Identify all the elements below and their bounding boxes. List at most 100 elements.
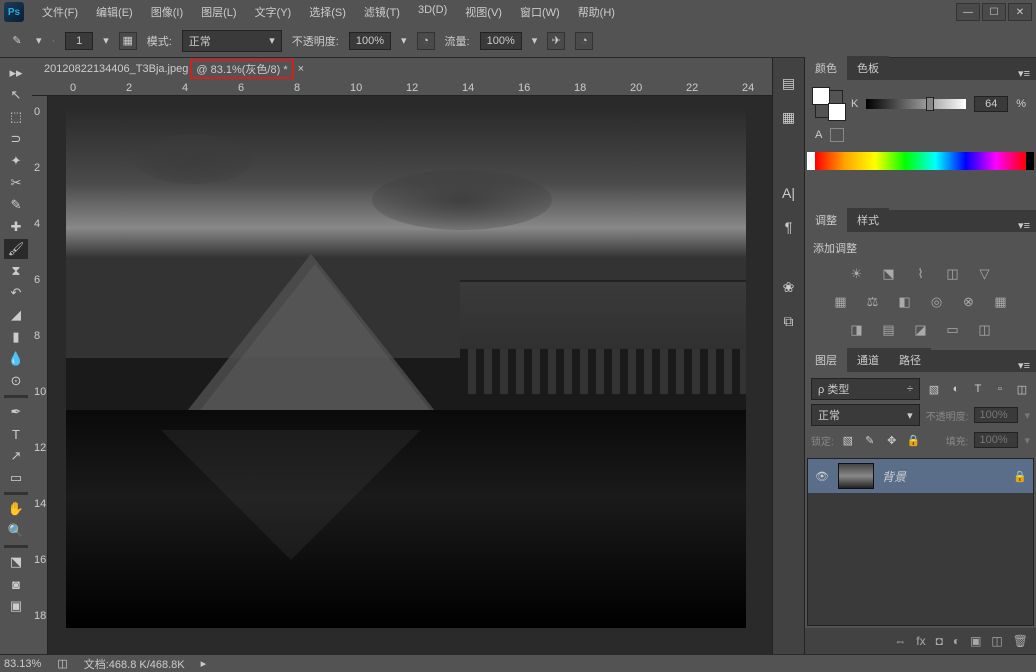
posterize-icon[interactable]: ▤ — [879, 320, 899, 340]
airbrush-button[interactable]: ✈ — [547, 32, 565, 50]
photo-filter-icon[interactable]: ◎ — [927, 292, 947, 312]
menu-select[interactable]: 选择(S) — [301, 2, 354, 22]
tool-preset-icon[interactable]: ✎ — [8, 32, 26, 50]
actions-panel-icon[interactable]: ▦ — [778, 106, 800, 128]
canvas[interactable] — [66, 108, 746, 628]
gradient-tool[interactable]: ▮ — [4, 327, 28, 347]
blur-tool[interactable]: 💧 — [4, 349, 28, 369]
menu-view[interactable]: 视图(V) — [457, 2, 510, 22]
brightness-icon[interactable]: ☀ — [847, 264, 867, 284]
maximize-button[interactable]: ☐ — [982, 3, 1006, 21]
chevron-down-icon[interactable]: ▾ — [36, 34, 42, 47]
type-tool[interactable]: T — [4, 424, 28, 444]
menu-layer[interactable]: 图层(L) — [193, 2, 244, 22]
filter-pixel-icon[interactable]: ▧ — [926, 381, 942, 397]
tab-adjustments[interactable]: 调整 — [805, 208, 847, 232]
colorbalance-icon[interactable]: ⚖ — [863, 292, 883, 312]
clone-source-icon[interactable]: ⧉ — [778, 310, 800, 332]
crop-tool[interactable]: ✂ — [4, 173, 28, 193]
eyedropper-tool[interactable]: ✎ — [4, 195, 28, 215]
lock-all-icon[interactable]: 🔒 — [906, 432, 922, 448]
brush-size-field[interactable]: 1 — [65, 32, 93, 50]
panel-menu-icon[interactable]: ▾≡ — [1012, 359, 1036, 372]
status-icon[interactable]: ◫ — [57, 657, 67, 670]
curves-icon[interactable]: ⌇ — [911, 264, 931, 284]
filter-smart-icon[interactable]: ◫ — [1014, 381, 1030, 397]
pen-tool[interactable]: ✒ — [4, 402, 28, 422]
character-panel-icon[interactable]: A| — [778, 182, 800, 204]
eraser-tool[interactable]: ◢ — [4, 305, 28, 325]
lasso-tool[interactable]: ⊃ — [4, 129, 28, 149]
filter-kind-select[interactable]: ρ 类型÷ — [811, 378, 920, 400]
filter-type-icon[interactable]: T — [970, 381, 986, 397]
channel-mixer-icon[interactable]: ⊗ — [959, 292, 979, 312]
layer-blend-select[interactable]: 正常▾ — [811, 404, 920, 426]
document-tab[interactable]: 20120822134406_T3Bja.jpeg @ 83.1%(灰色/8) … — [32, 58, 772, 80]
move-tool[interactable]: ↖ — [4, 85, 28, 105]
a-swatch[interactable] — [830, 128, 844, 142]
tablet-opacity-button[interactable]: ◔ — [417, 32, 435, 50]
history-brush-tool[interactable]: ↶ — [4, 283, 28, 303]
history-panel-icon[interactable]: ▤ — [778, 72, 800, 94]
path-tool[interactable]: ↗ — [4, 446, 28, 466]
visibility-icon[interactable]: 👁 — [814, 470, 830, 483]
new-layer-icon[interactable]: ◫ — [991, 634, 1002, 648]
menu-image[interactable]: 图像(I) — [143, 2, 191, 22]
tab-color[interactable]: 颜色 — [805, 56, 847, 80]
bw-icon[interactable]: ◧ — [895, 292, 915, 312]
tab-swatches[interactable]: 色板 — [847, 56, 889, 80]
adjustment-icon[interactable]: ◐ — [953, 634, 960, 648]
exposure-icon[interactable]: ◫ — [943, 264, 963, 284]
filter-shape-icon[interactable]: ▫ — [992, 381, 1008, 397]
lock-trans-icon[interactable]: ▧ — [840, 432, 856, 448]
marquee-tool[interactable]: ⬚ — [4, 107, 28, 127]
heal-tool[interactable]: ✚ — [4, 217, 28, 237]
chevron-down-icon[interactable]: ▾ — [532, 34, 538, 47]
dodge-tool[interactable]: ⊙ — [4, 371, 28, 391]
menu-edit[interactable]: 编辑(E) — [88, 2, 141, 22]
k-slider[interactable] — [866, 99, 966, 109]
menu-file[interactable]: 文件(F) — [34, 2, 86, 22]
minimize-button[interactable]: — — [956, 3, 980, 21]
menu-3d[interactable]: 3D(D) — [410, 2, 455, 22]
k-value[interactable]: 64 — [974, 96, 1008, 112]
gradient-map-icon[interactable]: ▭ — [943, 320, 963, 340]
lookup-icon[interactable]: ▦ — [991, 292, 1011, 312]
link-icon[interactable]: ⇔ — [894, 634, 906, 648]
opacity-field[interactable]: 100% — [349, 32, 391, 50]
close-button[interactable]: ✕ — [1008, 3, 1032, 21]
zoom-value[interactable]: 83.13% — [4, 658, 41, 670]
lock-pixel-icon[interactable]: ✎ — [862, 432, 878, 448]
tablet-size-button[interactable]: ◔ — [575, 32, 593, 50]
trash-icon[interactable]: 🗑 — [1013, 634, 1028, 648]
layer-name[interactable]: 背景 — [882, 468, 1005, 485]
panel-menu-icon[interactable]: ▾≡ — [1012, 67, 1036, 80]
shape-tool[interactable]: ▭ — [4, 468, 28, 488]
threshold-icon[interactable]: ◪ — [911, 320, 931, 340]
chevron-right-icon[interactable]: ▸ — [201, 657, 207, 670]
spectrum-bar[interactable] — [815, 152, 1026, 170]
lock-pos-icon[interactable]: ✥ — [884, 432, 900, 448]
filter-adjust-icon[interactable]: ◐ — [948, 381, 964, 397]
tab-styles[interactable]: 样式 — [847, 208, 889, 232]
menu-type[interactable]: 文字(Y) — [247, 2, 300, 22]
stamp-tool[interactable]: ⧗ — [4, 261, 28, 281]
vibrance-icon[interactable]: ▽ — [975, 264, 995, 284]
color-swatch[interactable] — [815, 90, 843, 118]
menu-help[interactable]: 帮助(H) — [570, 2, 623, 22]
tab-channels[interactable]: 通道 — [847, 348, 889, 372]
zoom-tool[interactable]: 🔍 — [4, 521, 28, 541]
paragraph-panel-icon[interactable]: ¶ — [778, 216, 800, 238]
layer-row[interactable]: 👁 背景 🔒 — [808, 459, 1033, 493]
levels-icon[interactable]: ⬔ — [879, 264, 899, 284]
selective-color-icon[interactable]: ◫ — [975, 320, 995, 340]
brush-tool[interactable]: 🖌 — [4, 239, 28, 259]
brush-panel-button[interactable]: ▦ — [119, 32, 137, 50]
screenmode-button[interactable]: ▣ — [4, 596, 28, 616]
menu-window[interactable]: 窗口(W) — [512, 2, 568, 22]
invert-icon[interactable]: ◨ — [847, 320, 867, 340]
hand-tool[interactable]: ✋ — [4, 499, 28, 519]
tab-close-icon[interactable]: × — [298, 63, 304, 75]
group-icon[interactable]: ▣ — [970, 634, 981, 648]
panel-menu-icon[interactable]: ▾≡ — [1012, 219, 1036, 232]
